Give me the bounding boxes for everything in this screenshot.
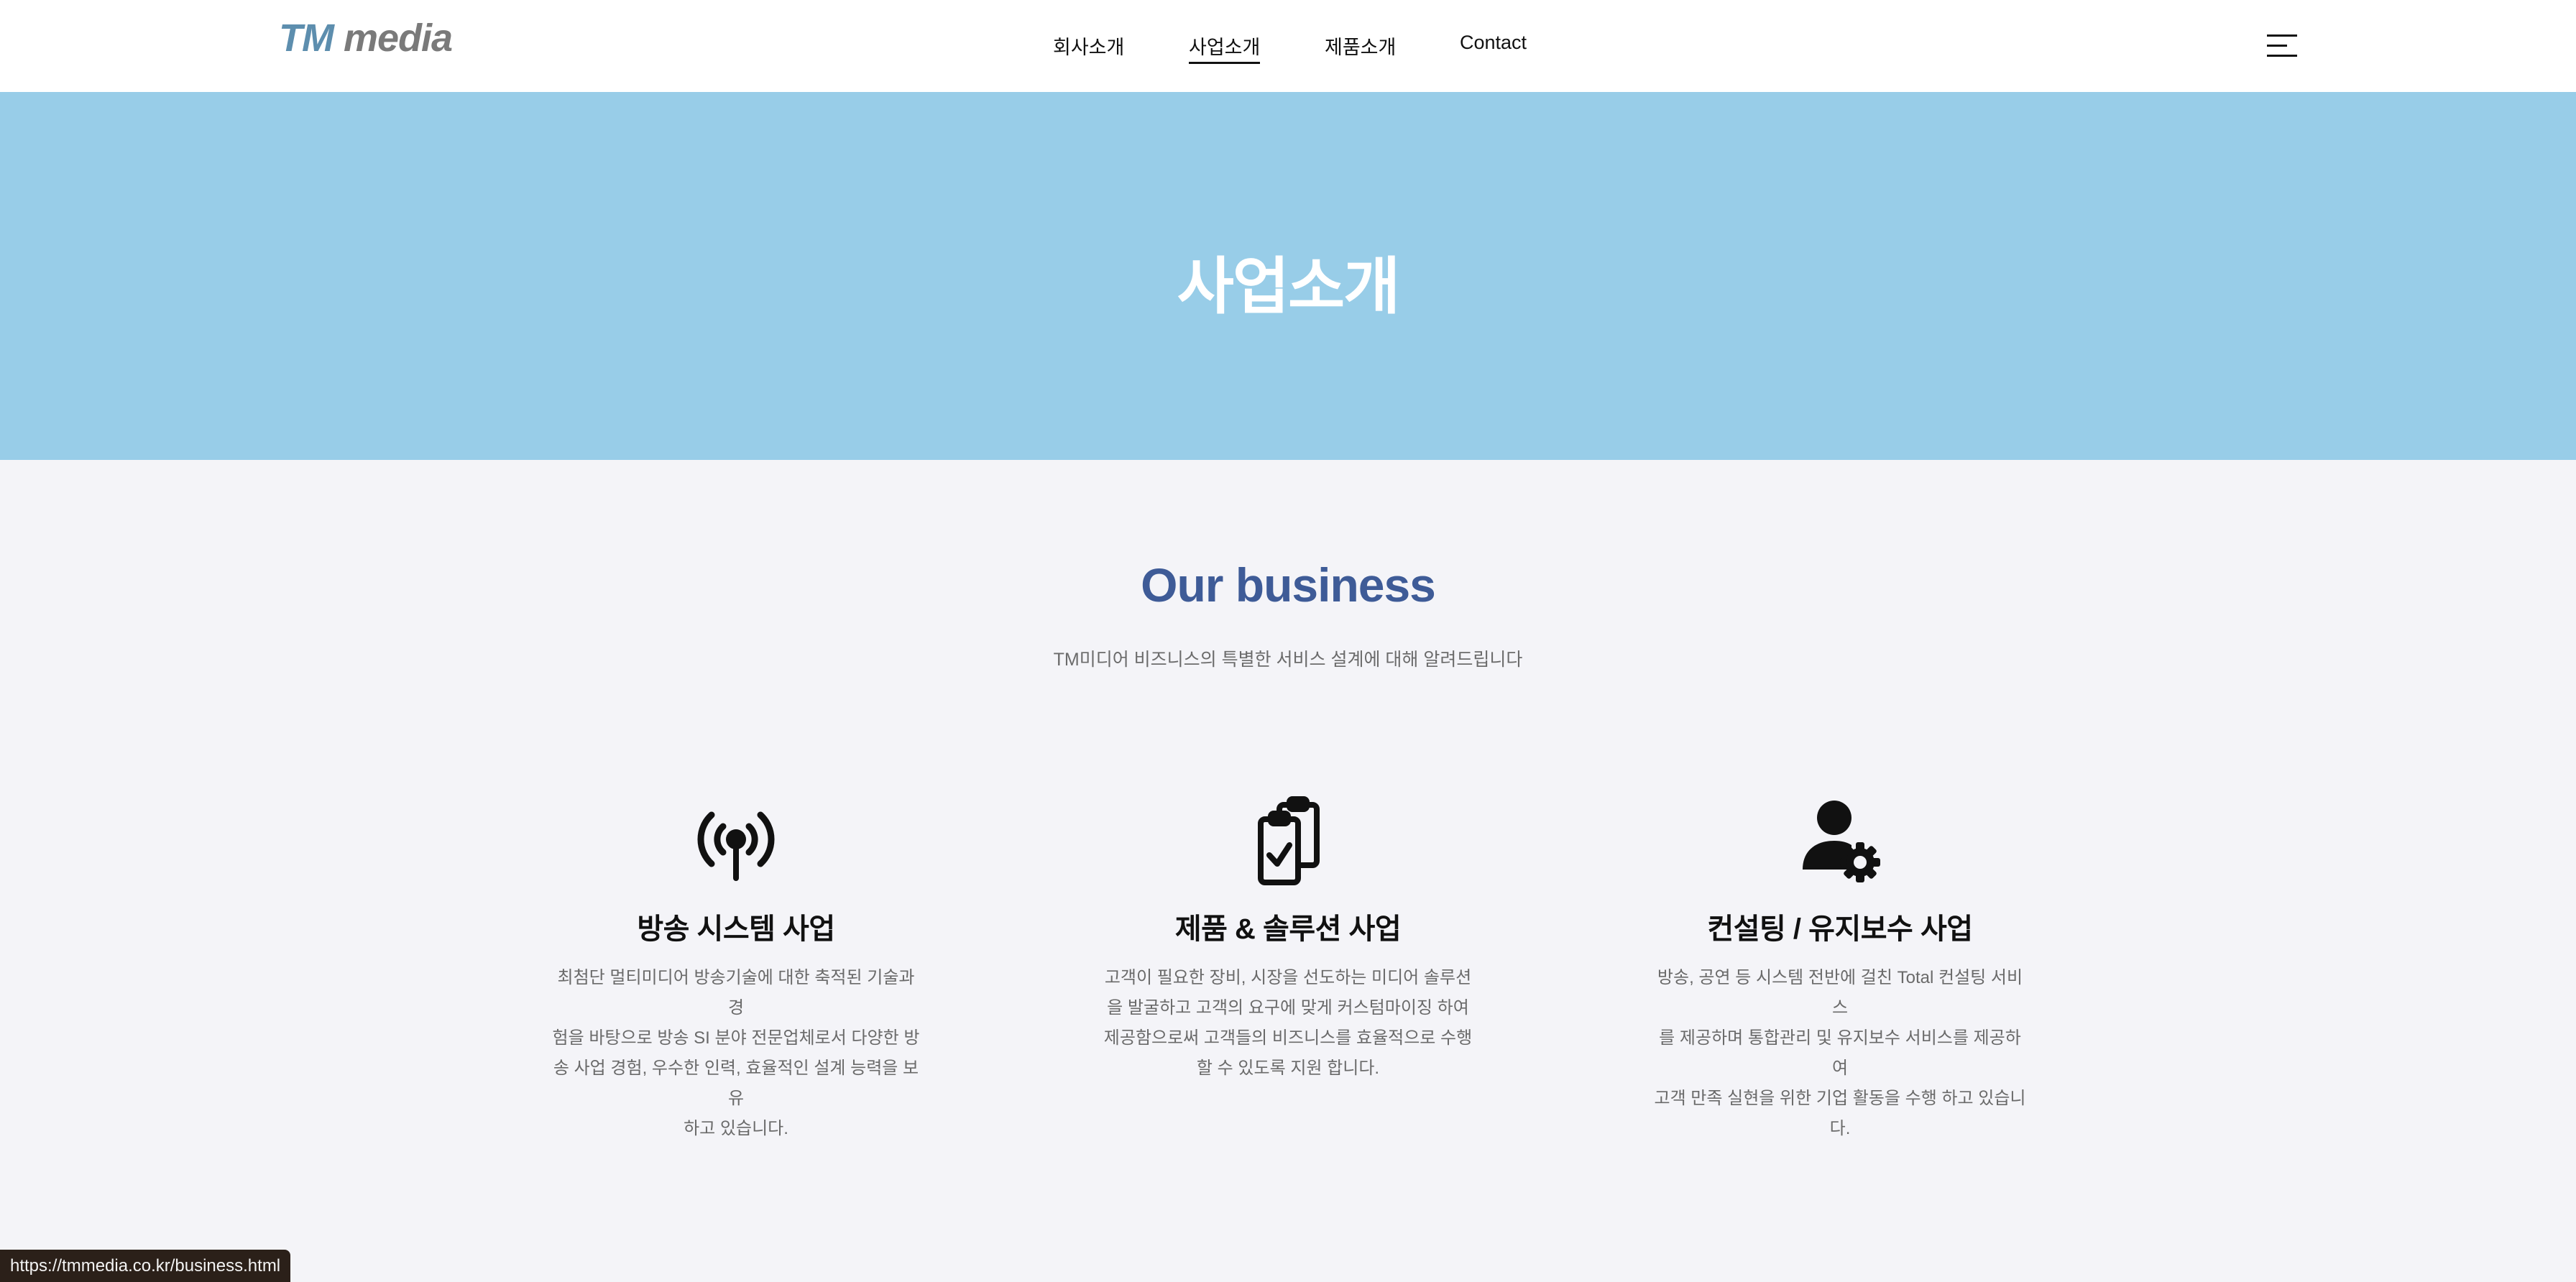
card-title: 방송 시스템 사업: [637, 913, 835, 945]
card-description: 최첨단 멀티미디어 방송기술에 대한 축적된 기술과 경 험을 바탕으로 방송 …: [552, 968, 920, 1138]
nav-business[interactable]: 사업소개: [1189, 32, 1261, 64]
card-description: 고객이 필요한 장비, 시장을 선도하는 미디어 솔루션 을 발굴하고 고객의 …: [1103, 968, 1473, 1078]
main-nav: 회사소개 사업소개 제품소개 Contact: [0, 32, 2576, 64]
section-subtitle: TM미디어 비즈니스의 특별한 서비스 설계에 대해 알려드립니다: [1053, 650, 1523, 670]
business-card-consulting: 컨설팅 / 유지보수 사업 방송, 공연 등 시스템 전반에 걸친 Total …: [1650, 795, 2030, 1144]
user-gear-icon: [1803, 801, 1880, 882]
hero-banner: 사업소개: [0, 92, 2576, 460]
section-title: Our business: [1141, 558, 1436, 612]
nav-contact[interactable]: Contact: [1460, 32, 1527, 54]
nav-products[interactable]: 제품소개: [1325, 32, 1396, 60]
page-title: 사업소개: [1177, 252, 1400, 321]
hamburger-menu-icon[interactable]: [2267, 33, 2297, 59]
business-card-products: 제품 & 솔루션 사업 고객이 필요한 장비, 시장을 선도하는 미디어 솔루션…: [1098, 795, 1478, 1084]
clipboard-check-icon: [1258, 796, 1320, 885]
site-header: TM media 회사소개 사업소개 제품소개 Contact: [0, 0, 2576, 92]
status-bar-url: https://tmmedia.co.kr/business.html: [0, 1250, 291, 1282]
card-title: 제품 & 솔루션 사업: [1174, 913, 1402, 945]
nav-company[interactable]: 회사소개: [1053, 32, 1124, 60]
antenna-icon: [697, 811, 775, 881]
card-description: 방송, 공연 등 시스템 전반에 걸친 Total 컨설팅 서비스 를 제공하며…: [1654, 968, 2026, 1138]
card-title: 컨설팅 / 유지보수 사업: [1707, 913, 1973, 945]
business-card-broadcast: 방송 시스템 사업 최첨단 멀티미디어 방송기술에 대한 축적된 기술과 경 험…: [546, 795, 926, 1144]
